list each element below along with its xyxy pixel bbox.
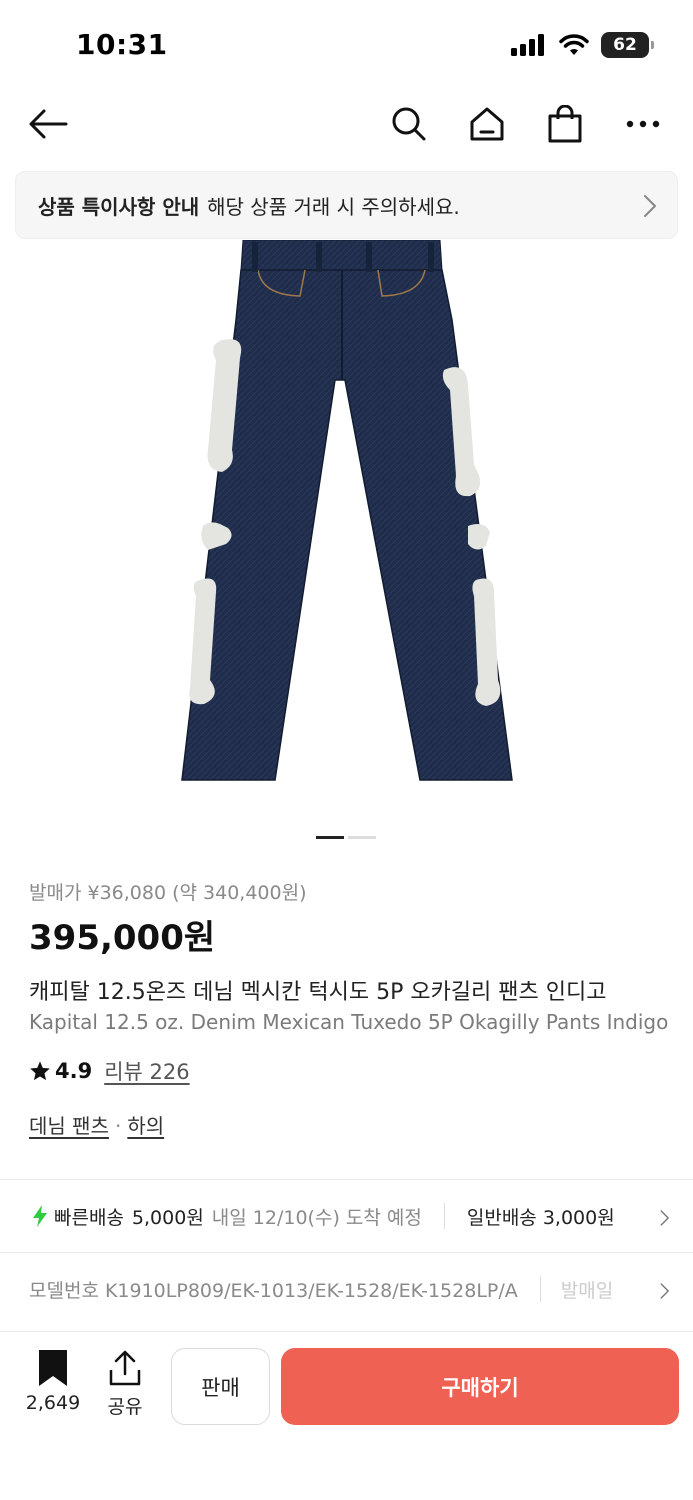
- release-date-label: 발매일: [560, 1279, 614, 1302]
- release-price: 발매가 ¥36,080 (약 340,400원): [29, 882, 307, 904]
- wifi-icon: [559, 34, 589, 55]
- nav-bar: [0, 92, 693, 154]
- wishlist-button[interactable]: 2,649: [22, 1350, 84, 1414]
- product-image[interactable]: [0, 240, 693, 820]
- search-icon: [392, 107, 426, 141]
- share-button[interactable]: 공유: [104, 1350, 146, 1419]
- shipping-separator: [443, 1203, 445, 1229]
- back-arrow-icon: [29, 109, 68, 139]
- model-number-row[interactable]: 모델번호 K1910LP809/EK-1013/EK-1528/EK-1528L…: [0, 1253, 693, 1325]
- product-title-ko: 캐피탈 12.5온즈 데님 멕시칸 턱시도 5P 오카길리 팬츠 인디고: [29, 980, 607, 1005]
- category-breadcrumb: 데님 팬츠 · 하의: [29, 1110, 164, 1139]
- chevron-right-icon: [644, 195, 656, 217]
- product-notice-banner[interactable]: 상품 특이사항 안내 해당 상품 거래 시 주의하세요.: [15, 171, 678, 239]
- status-time: 10:31: [76, 28, 168, 61]
- pager-dot: [348, 836, 376, 839]
- product-price: 395,000원: [29, 918, 216, 958]
- buy-button[interactable]: 구매하기: [281, 1348, 679, 1425]
- star-icon: [30, 1061, 50, 1081]
- fast-shipping-eta: 내일 12/10(수) 도착 예정: [211, 1206, 422, 1229]
- product-title-en: Kapital 12.5 oz. Denim Mexican Tuxedo 5P…: [29, 1010, 669, 1034]
- cart-button[interactable]: [543, 102, 587, 146]
- category-link-denim-pants[interactable]: 데님 팬츠: [29, 1114, 109, 1138]
- back-button[interactable]: [26, 102, 70, 146]
- image-pager: [316, 836, 376, 839]
- status-bar: 10:31 62: [0, 0, 693, 90]
- chevron-right-icon: [651, 1206, 671, 1230]
- rating-row: 4.9 리뷰 226: [29, 1056, 190, 1086]
- home-button[interactable]: [465, 102, 509, 146]
- share-label: 공유: [107, 1396, 143, 1418]
- nav-actions: [387, 102, 665, 146]
- signal-icon: [511, 34, 544, 56]
- normal-shipping-label: 일반배송 3,000원: [466, 1206, 615, 1229]
- model-separator: [539, 1276, 541, 1302]
- shipping-options-row[interactable]: 빠른배송 5,000원 내일 12/10(수) 도착 예정 일반배송 3,000…: [0, 1180, 693, 1252]
- share-icon: [109, 1350, 141, 1386]
- bookmark-icon: [39, 1350, 67, 1386]
- category-link-bottoms[interactable]: 하의: [127, 1114, 164, 1138]
- more-button[interactable]: [621, 102, 665, 146]
- notice-title: 상품 특이사항 안내: [38, 194, 200, 219]
- status-indicators: 62: [511, 32, 654, 58]
- lightning-icon: [33, 1205, 47, 1227]
- pager-dot-active: [316, 836, 344, 839]
- wishlist-count: 2,649: [25, 1392, 81, 1414]
- shopping-bag-icon: [548, 105, 582, 143]
- battery-indicator: 62: [601, 32, 654, 58]
- home-icon: [470, 107, 504, 141]
- search-button[interactable]: [387, 102, 431, 146]
- review-link[interactable]: 리뷰 226: [104, 1056, 189, 1086]
- notice-text: 해당 상품 거래 시 주의하세요.: [207, 194, 460, 219]
- fast-shipping-label: 빠른배송: [54, 1206, 124, 1229]
- fast-shipping-fee: 5,000원: [131, 1206, 204, 1229]
- rating-value: 4.9: [55, 1059, 93, 1083]
- bottom-action-bar: 2,649 공유 판매 구매하기: [0, 1331, 693, 1500]
- sell-button[interactable]: 판매: [171, 1348, 270, 1425]
- category-separator: ·: [114, 1114, 122, 1138]
- more-icon: [626, 120, 660, 128]
- model-number: 모델번호 K1910LP809/EK-1013/EK-1528/EK-1528L…: [29, 1279, 518, 1302]
- chevron-right-icon: [651, 1279, 671, 1303]
